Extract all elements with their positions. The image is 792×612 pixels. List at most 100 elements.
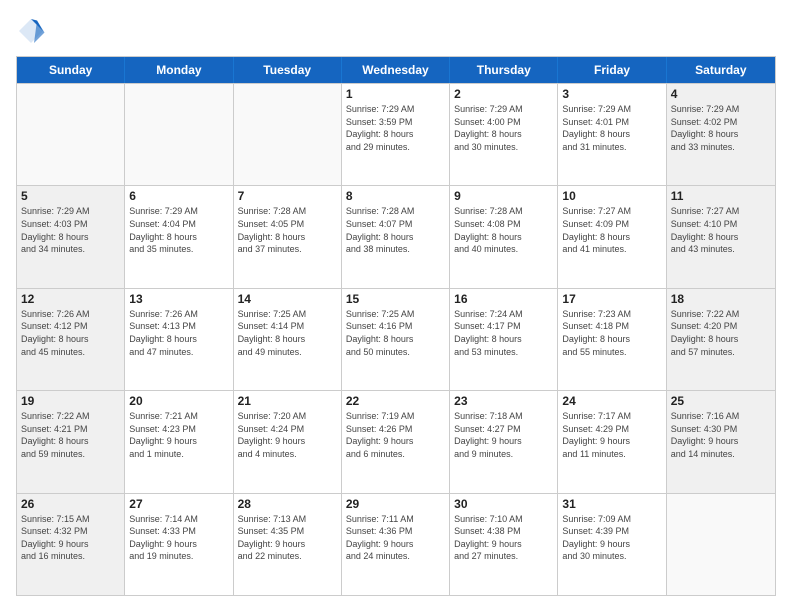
day-cell: 3Sunrise: 7:29 AM Sunset: 4:01 PM Daylig… (558, 84, 666, 185)
day-number: 7 (238, 189, 337, 203)
day-cell: 26 Sunrise: 7:15 AM Sunset: 4:32 PM Dayli… (17, 494, 125, 595)
day-number: 25 (671, 394, 771, 408)
day-cell: 1Sunrise: 7:29 AM Sunset: 3:59 PM Daylig… (342, 84, 450, 185)
day-cell: 20 Sunrise: 7:21 AM Sunset: 4:23 PM Dayli… (125, 391, 233, 492)
calendar-body: 1Sunrise: 7:29 AM Sunset: 3:59 PM Daylig… (17, 83, 775, 595)
day-cell (17, 84, 125, 185)
day-number: 30 (454, 497, 553, 511)
day-number: 9 (454, 189, 553, 203)
day-header-tuesday: Tuesday (234, 57, 342, 83)
day-cell: 22 Sunrise: 7:19 AM Sunset: 4:26 PM Dayli… (342, 391, 450, 492)
day-header-monday: Monday (125, 57, 233, 83)
day-number: 13 (129, 292, 228, 306)
day-number: 14 (238, 292, 337, 306)
day-cell: 25 Sunrise: 7:16 AM Sunset: 4:30 PM Dayli… (667, 391, 775, 492)
day-cell: 18 Sunrise: 7:22 AM Sunset: 4:20 PM Dayli… (667, 289, 775, 390)
day-number: 20 (129, 394, 228, 408)
day-info: Sunrise: 7:19 AM Sunset: 4:26 PM Dayligh… (346, 410, 445, 460)
day-header-thursday: Thursday (450, 57, 558, 83)
day-info: Sunrise: 7:14 AM Sunset: 4:33 PM Dayligh… (129, 513, 228, 563)
day-info: Sunrise: 7:24 AM Sunset: 4:17 PM Dayligh… (454, 308, 553, 358)
day-cell (667, 494, 775, 595)
day-cell: 17 Sunrise: 7:23 AM Sunset: 4:18 PM Dayli… (558, 289, 666, 390)
week-row-5: 26 Sunrise: 7:15 AM Sunset: 4:32 PM Dayli… (17, 493, 775, 595)
day-info: Sunrise: 7:15 AM Sunset: 4:32 PM Dayligh… (21, 513, 120, 563)
day-number: 24 (562, 394, 661, 408)
logo (16, 16, 50, 46)
day-number: 21 (238, 394, 337, 408)
day-header-friday: Friday (558, 57, 666, 83)
page: SundayMondayTuesdayWednesdayThursdayFrid… (0, 0, 792, 612)
day-number: 16 (454, 292, 553, 306)
day-number: 8 (346, 189, 445, 203)
day-info: Sunrise: 7:17 AM Sunset: 4:29 PM Dayligh… (562, 410, 661, 460)
day-number: 17 (562, 292, 661, 306)
day-cell: 15Sunrise: 7:25 AM Sunset: 4:16 PM Dayli… (342, 289, 450, 390)
day-info: Sunrise: 7:26 AM Sunset: 4:13 PM Dayligh… (129, 308, 228, 358)
day-number: 27 (129, 497, 228, 511)
day-info: Sunrise: 7:10 AM Sunset: 4:38 PM Dayligh… (454, 513, 553, 563)
day-cell: 28Sunrise: 7:13 AM Sunset: 4:35 PM Dayli… (234, 494, 342, 595)
day-number: 23 (454, 394, 553, 408)
day-header-wednesday: Wednesday (342, 57, 450, 83)
day-header-saturday: Saturday (667, 57, 775, 83)
day-info: Sunrise: 7:22 AM Sunset: 4:20 PM Dayligh… (671, 308, 771, 358)
day-cell: 9 Sunrise: 7:28 AM Sunset: 4:08 PM Daylig… (450, 186, 558, 287)
header (16, 16, 776, 46)
day-info: Sunrise: 7:25 AM Sunset: 4:16 PM Dayligh… (346, 308, 445, 358)
day-cell (125, 84, 233, 185)
day-cell: 23 Sunrise: 7:18 AM Sunset: 4:27 PM Dayli… (450, 391, 558, 492)
day-info: Sunrise: 7:11 AM Sunset: 4:36 PM Dayligh… (346, 513, 445, 563)
day-number: 12 (21, 292, 120, 306)
day-cell: 21 Sunrise: 7:20 AM Sunset: 4:24 PM Dayli… (234, 391, 342, 492)
logo-icon (16, 16, 46, 46)
day-info: Sunrise: 7:22 AM Sunset: 4:21 PM Dayligh… (21, 410, 120, 460)
day-info: Sunrise: 7:29 AM Sunset: 4:00 PM Dayligh… (454, 103, 553, 153)
day-number: 2 (454, 87, 553, 101)
day-info: Sunrise: 7:29 AM Sunset: 4:04 PM Dayligh… (129, 205, 228, 255)
day-info: Sunrise: 7:28 AM Sunset: 4:08 PM Dayligh… (454, 205, 553, 255)
day-cell: 19 Sunrise: 7:22 AM Sunset: 4:21 PM Dayli… (17, 391, 125, 492)
day-cell: 29 Sunrise: 7:11 AM Sunset: 4:36 PM Dayli… (342, 494, 450, 595)
day-number: 10 (562, 189, 661, 203)
day-info: Sunrise: 7:18 AM Sunset: 4:27 PM Dayligh… (454, 410, 553, 460)
day-cell: 12Sunrise: 7:26 AM Sunset: 4:12 PM Dayli… (17, 289, 125, 390)
day-cell: 16 Sunrise: 7:24 AM Sunset: 4:17 PM Dayli… (450, 289, 558, 390)
day-info: Sunrise: 7:21 AM Sunset: 4:23 PM Dayligh… (129, 410, 228, 460)
day-cell: 30 Sunrise: 7:10 AM Sunset: 4:38 PM Dayli… (450, 494, 558, 595)
day-number: 29 (346, 497, 445, 511)
day-info: Sunrise: 7:28 AM Sunset: 4:07 PM Dayligh… (346, 205, 445, 255)
day-cell: 2 Sunrise: 7:29 AM Sunset: 4:00 PM Daylig… (450, 84, 558, 185)
day-number: 5 (21, 189, 120, 203)
week-row-1: 1Sunrise: 7:29 AM Sunset: 3:59 PM Daylig… (17, 83, 775, 185)
day-cell: 24 Sunrise: 7:17 AM Sunset: 4:29 PM Dayli… (558, 391, 666, 492)
day-cell: 6Sunrise: 7:29 AM Sunset: 4:04 PM Daylig… (125, 186, 233, 287)
day-number: 19 (21, 394, 120, 408)
day-info: Sunrise: 7:20 AM Sunset: 4:24 PM Dayligh… (238, 410, 337, 460)
day-info: Sunrise: 7:23 AM Sunset: 4:18 PM Dayligh… (562, 308, 661, 358)
day-cell: 8 Sunrise: 7:28 AM Sunset: 4:07 PM Daylig… (342, 186, 450, 287)
day-cell: 4Sunrise: 7:29 AM Sunset: 4:02 PM Daylig… (667, 84, 775, 185)
day-number: 26 (21, 497, 120, 511)
day-info: Sunrise: 7:16 AM Sunset: 4:30 PM Dayligh… (671, 410, 771, 460)
day-info: Sunrise: 7:27 AM Sunset: 4:09 PM Dayligh… (562, 205, 661, 255)
day-info: Sunrise: 7:29 AM Sunset: 3:59 PM Dayligh… (346, 103, 445, 153)
day-cell: 7 Sunrise: 7:28 AM Sunset: 4:05 PM Daylig… (234, 186, 342, 287)
day-headers: SundayMondayTuesdayWednesdayThursdayFrid… (17, 57, 775, 83)
day-number: 22 (346, 394, 445, 408)
day-number: 31 (562, 497, 661, 511)
day-cell: 11Sunrise: 7:27 AM Sunset: 4:10 PM Dayli… (667, 186, 775, 287)
day-info: Sunrise: 7:28 AM Sunset: 4:05 PM Dayligh… (238, 205, 337, 255)
day-info: Sunrise: 7:29 AM Sunset: 4:03 PM Dayligh… (21, 205, 120, 255)
day-cell: 13 Sunrise: 7:26 AM Sunset: 4:13 PM Dayli… (125, 289, 233, 390)
day-info: Sunrise: 7:13 AM Sunset: 4:35 PM Dayligh… (238, 513, 337, 563)
day-number: 11 (671, 189, 771, 203)
day-cell (234, 84, 342, 185)
calendar: SundayMondayTuesdayWednesdayThursdayFrid… (16, 56, 776, 596)
day-cell: 5 Sunrise: 7:29 AM Sunset: 4:03 PM Daylig… (17, 186, 125, 287)
day-number: 3 (562, 87, 661, 101)
day-number: 18 (671, 292, 771, 306)
day-cell: 27 Sunrise: 7:14 AM Sunset: 4:33 PM Dayli… (125, 494, 233, 595)
day-info: Sunrise: 7:25 AM Sunset: 4:14 PM Dayligh… (238, 308, 337, 358)
day-info: Sunrise: 7:29 AM Sunset: 4:02 PM Dayligh… (671, 103, 771, 153)
